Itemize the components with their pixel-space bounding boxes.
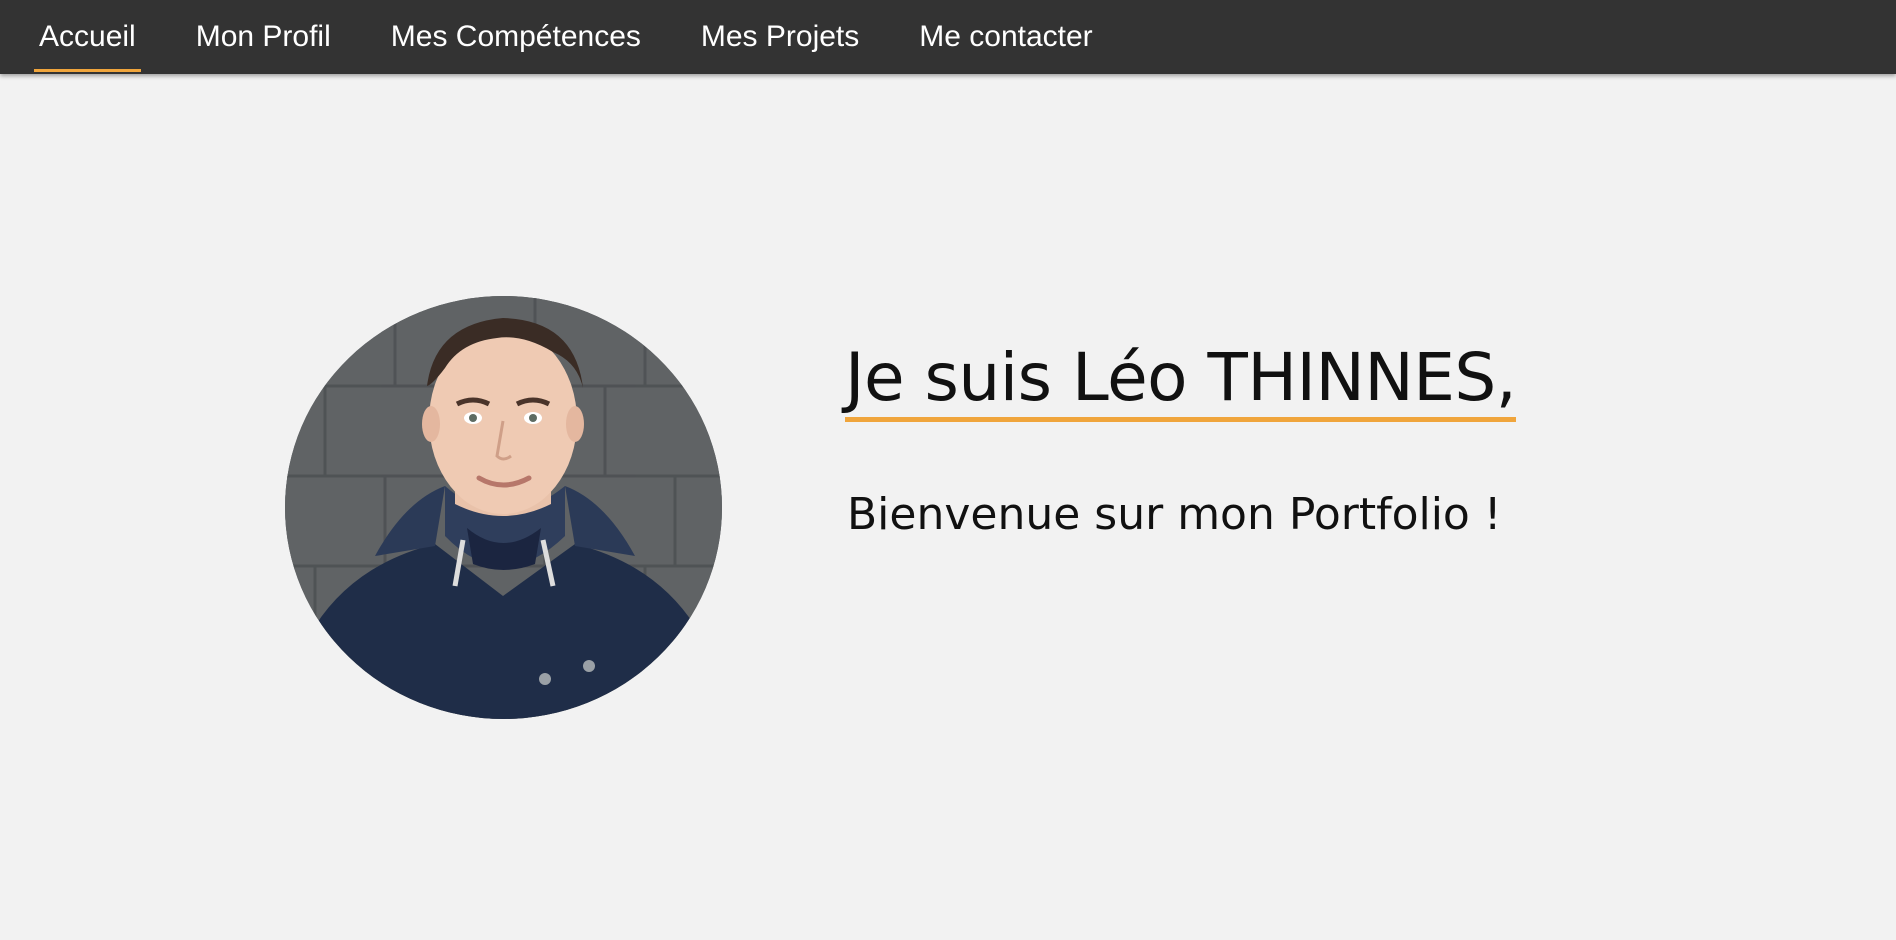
- hero-subheadline: Bienvenue sur mon Portfolio !: [847, 489, 1502, 540]
- nav-item-me-contacter[interactable]: Me contacter: [914, 0, 1097, 74]
- nav-item-accueil[interactable]: Accueil: [34, 0, 141, 74]
- nav-item-mes-competences[interactable]: Mes Compétences: [386, 0, 646, 74]
- hero-section: Je suis Léo THINNES, Bienvenue sur mon P…: [0, 74, 1896, 940]
- top-navbar: Accueil Mon Profil Mes Compétences Mes P…: [0, 0, 1896, 74]
- hero-headline: Je suis Léo THINNES,: [845, 339, 1517, 422]
- nav-item-mon-profil[interactable]: Mon Profil: [191, 0, 336, 74]
- nav-item-mes-projets[interactable]: Mes Projets: [696, 0, 864, 74]
- portfolio-page: Accueil Mon Profil Mes Compétences Mes P…: [0, 0, 1896, 940]
- profile-photo: [285, 296, 722, 719]
- profile-photo-illustration: [285, 296, 722, 719]
- hero-headline-text: Je suis Léo THINNES,: [845, 339, 1517, 422]
